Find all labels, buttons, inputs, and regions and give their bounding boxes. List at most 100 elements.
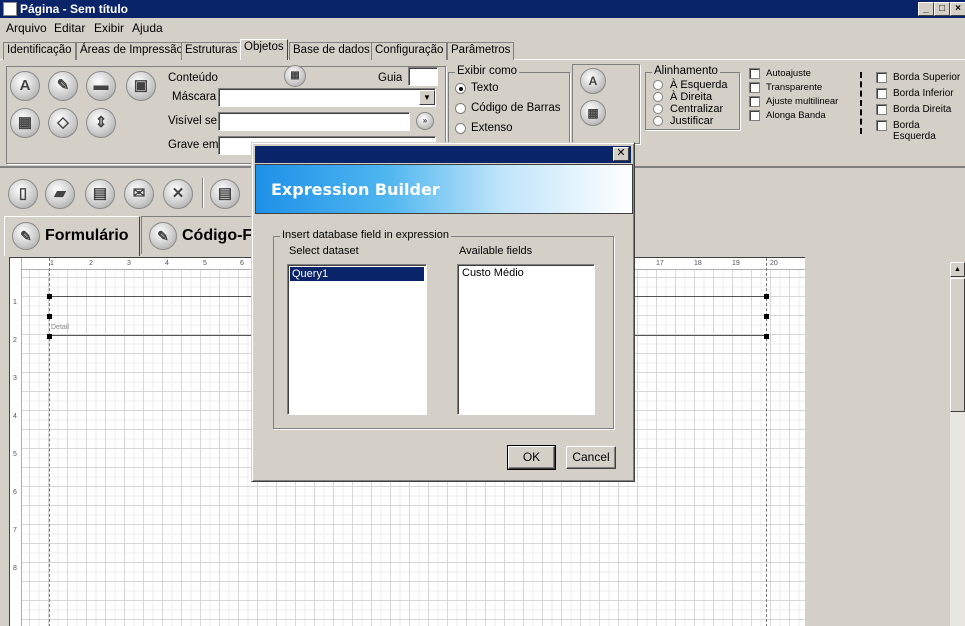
radio-esquerda-label: À Esquerda [670, 79, 728, 91]
ruler-num: 2 [89, 260, 93, 267]
menu-exibir[interactable]: Exibir [94, 21, 124, 35]
check-autoajuste[interactable] [749, 68, 760, 79]
close-button[interactable]: × [950, 2, 965, 16]
check-transparente-label: Transparente [766, 82, 823, 93]
new-icon[interactable]: ▯ [8, 179, 38, 209]
check-borda-superior-label: Borda Superior [893, 72, 961, 83]
radio-direita-label: À Direita [670, 91, 713, 103]
check-alonga-banda[interactable] [749, 110, 760, 121]
resize-handle[interactable] [47, 294, 52, 299]
visivel-input[interactable] [218, 112, 410, 131]
tab-areas-impressao[interactable]: Áreas de Impressão [76, 42, 187, 60]
resize-handle[interactable] [764, 334, 769, 339]
minimize-button[interactable]: _ [918, 2, 934, 16]
save-icon[interactable]: ▤ [85, 179, 115, 209]
open-icon[interactable]: ▰ [45, 179, 75, 209]
menu-bar: Arquivo Editar Exibir Ajuda [0, 18, 965, 38]
text-icon[interactable]: A [10, 71, 40, 101]
color-icon[interactable]: ▦ [580, 100, 606, 126]
tab-base-dados[interactable]: Base de dados [289, 42, 374, 60]
cancel-button[interactable]: Cancel [566, 446, 616, 469]
delete-icon[interactable]: ✕ [163, 179, 193, 209]
field-item[interactable]: Custo Médio [460, 267, 524, 279]
ruler-num: 4 [13, 413, 17, 420]
tab-formulario[interactable]: ✎ Formulário [4, 216, 140, 256]
tab-formulario-label: Formulário [45, 227, 129, 244]
radio-codigo-barras[interactable] [455, 103, 466, 114]
expression-button[interactable]: » [416, 112, 434, 130]
check-borda-esquerda[interactable] [876, 120, 887, 131]
main-tabs: Identificação Áreas de Impressão Estrutu… [0, 38, 965, 60]
radio-justificar[interactable] [653, 116, 663, 126]
radio-esquerda[interactable] [653, 80, 663, 90]
vertical-scrollbar[interactable]: ▲ [950, 262, 965, 626]
radio-extenso[interactable] [455, 123, 466, 134]
ruler-num: 6 [240, 260, 244, 267]
fields-list[interactable]: Custo Médio [457, 264, 595, 415]
radio-direita[interactable] [653, 92, 663, 102]
check-transparente[interactable] [749, 82, 760, 93]
image-icon[interactable]: ▣ [126, 71, 156, 101]
resize-handle[interactable] [764, 314, 769, 319]
dialog-header-title: Expression Builder [271, 180, 440, 199]
mascara-select[interactable] [218, 88, 436, 107]
app-icon [3, 2, 17, 16]
menu-editar[interactable]: Editar [54, 21, 85, 35]
check-autoajuste-label: Autoajuste [766, 68, 811, 79]
resize-handle[interactable] [764, 294, 769, 299]
pen-icon[interactable]: ✎ [48, 71, 78, 101]
scroll-thumb[interactable] [950, 278, 965, 412]
dialog-close-button[interactable]: ✕ [613, 147, 629, 161]
radio-centralizar[interactable] [653, 104, 663, 114]
ok-button[interactable]: OK [507, 445, 556, 470]
tab-objetos[interactable]: Objetos [240, 39, 288, 60]
calculator-icon[interactable]: ▦ [10, 108, 40, 138]
check-ajuste-multilinear-label: Ajuste multilinear [766, 96, 839, 107]
detail-band-label: Detail [51, 324, 69, 331]
tab-configuracao[interactable]: Configuração [371, 42, 448, 60]
insert-field-group-title: Insert database field in expression [280, 229, 451, 241]
print-icon[interactable]: ▤ [210, 179, 240, 209]
check-borda-inferior-label: Borda Inferior [893, 88, 954, 99]
chevron-down-icon[interactable]: ▼ [419, 90, 435, 105]
dataset-list[interactable]: Query1 [287, 264, 427, 415]
ruler-num: 4 [165, 260, 169, 267]
check-borda-superior[interactable] [876, 72, 887, 83]
dataset-item[interactable]: Query1 [290, 267, 424, 281]
conteudo-label: Conteúdo [168, 72, 218, 84]
ruler-num: 7 [13, 527, 17, 534]
ruler-num: 18 [694, 260, 702, 267]
maximize-button[interactable]: □ [934, 2, 950, 16]
radio-codigo-barras-label: Código de Barras [471, 102, 561, 114]
mail-icon[interactable]: ✉ [124, 179, 154, 209]
shapes-icon[interactable]: ◇ [48, 108, 78, 138]
menu-ajuda[interactable]: Ajuda [132, 21, 163, 35]
computer-icon[interactable]: ▬ [86, 71, 116, 101]
ruler-num: 8 [13, 565, 17, 572]
resize-handle[interactable] [47, 334, 52, 339]
form-edit-icon: ✎ [12, 222, 40, 250]
ruler-num: 20 [770, 260, 778, 267]
scroll-up-icon[interactable]: ▲ [950, 262, 965, 277]
ruler-num: 1 [13, 299, 17, 306]
check-borda-inferior[interactable] [876, 88, 887, 99]
ruler-num: 3 [127, 260, 131, 267]
dialog-header: Expression Builder [255, 164, 633, 214]
radio-texto[interactable] [455, 83, 466, 94]
radio-centralizar-label: Centralizar [670, 103, 724, 115]
visivel-label: Visível se [168, 115, 218, 127]
check-borda-direita-label: Borda Direita [893, 104, 952, 115]
guia-input[interactable] [408, 67, 438, 86]
resize-handle[interactable] [47, 314, 52, 319]
tab-estruturas[interactable]: Estruturas [181, 42, 242, 60]
tab-parametros[interactable]: Parâmetros [447, 42, 515, 60]
mascara-label: Máscara [172, 91, 217, 103]
guia-label: Guia [378, 72, 403, 84]
updown-icon[interactable]: ⇕ [86, 108, 116, 138]
calculator-small-icon[interactable]: ▦ [284, 65, 306, 87]
check-ajuste-multilinear[interactable] [749, 96, 760, 107]
menu-arquivo[interactable]: Arquivo [6, 21, 47, 35]
check-borda-direita[interactable] [876, 104, 887, 115]
font-icon[interactable]: A [580, 68, 606, 94]
tab-identificacao[interactable]: Identificação [3, 42, 76, 60]
